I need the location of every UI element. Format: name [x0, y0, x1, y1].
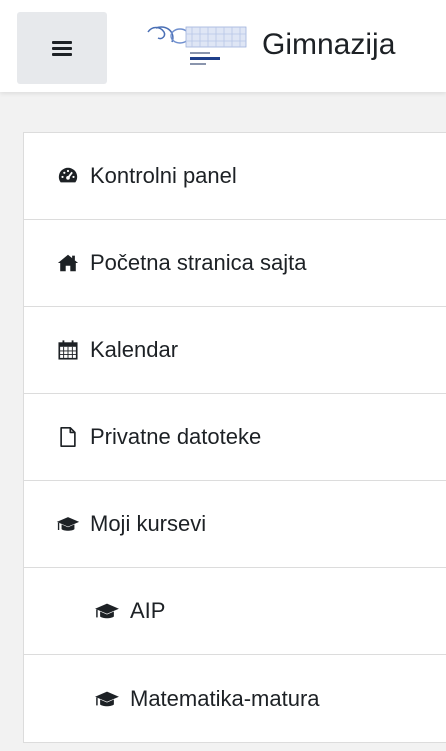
hamburger-icon	[52, 40, 72, 56]
top-navbar: Gimnazija	[0, 0, 446, 92]
nav-item-label: Moji kursevi	[90, 511, 207, 536]
nav-item-label: AIP	[130, 598, 166, 623]
nav-item-label: Početna stranica sajta	[90, 250, 307, 275]
nav-item-course-aip[interactable]: AIP	[24, 568, 446, 655]
menu-toggle-button[interactable]	[17, 12, 107, 84]
nav-item-label: Privatne datoteke	[90, 424, 262, 449]
nav-item-label: Matematika-matura	[130, 685, 320, 711]
nav-item-dashboard[interactable]: Kontrolni panel	[24, 133, 446, 220]
nav-item-label: Kontrolni panel	[90, 163, 237, 188]
calendar-icon	[56, 338, 80, 362]
nav-item-private-files[interactable]: Privatne datoteke	[24, 394, 446, 481]
nav-item-my-courses[interactable]: Moji kursevi	[24, 481, 446, 568]
home-icon	[56, 251, 80, 275]
graduation-cap-icon	[56, 512, 80, 536]
nav-item-calendar[interactable]: Kalendar	[24, 307, 446, 394]
file-icon	[56, 425, 80, 449]
sidebar-nav: Kontrolni panel Početna stranica sajta K…	[23, 132, 446, 743]
graduation-cap-icon	[92, 687, 122, 711]
nav-item-home[interactable]: Početna stranica sajta	[24, 220, 446, 307]
graduation-cap-icon	[92, 599, 122, 623]
dashboard-icon	[56, 164, 80, 188]
nav-item-course-matematika-matura[interactable]: Matematika-matura	[24, 655, 446, 742]
nav-item-label: Kalendar	[90, 337, 179, 362]
site-name[interactable]: Gimnazija	[262, 28, 395, 62]
school-logo[interactable]	[142, 22, 252, 72]
